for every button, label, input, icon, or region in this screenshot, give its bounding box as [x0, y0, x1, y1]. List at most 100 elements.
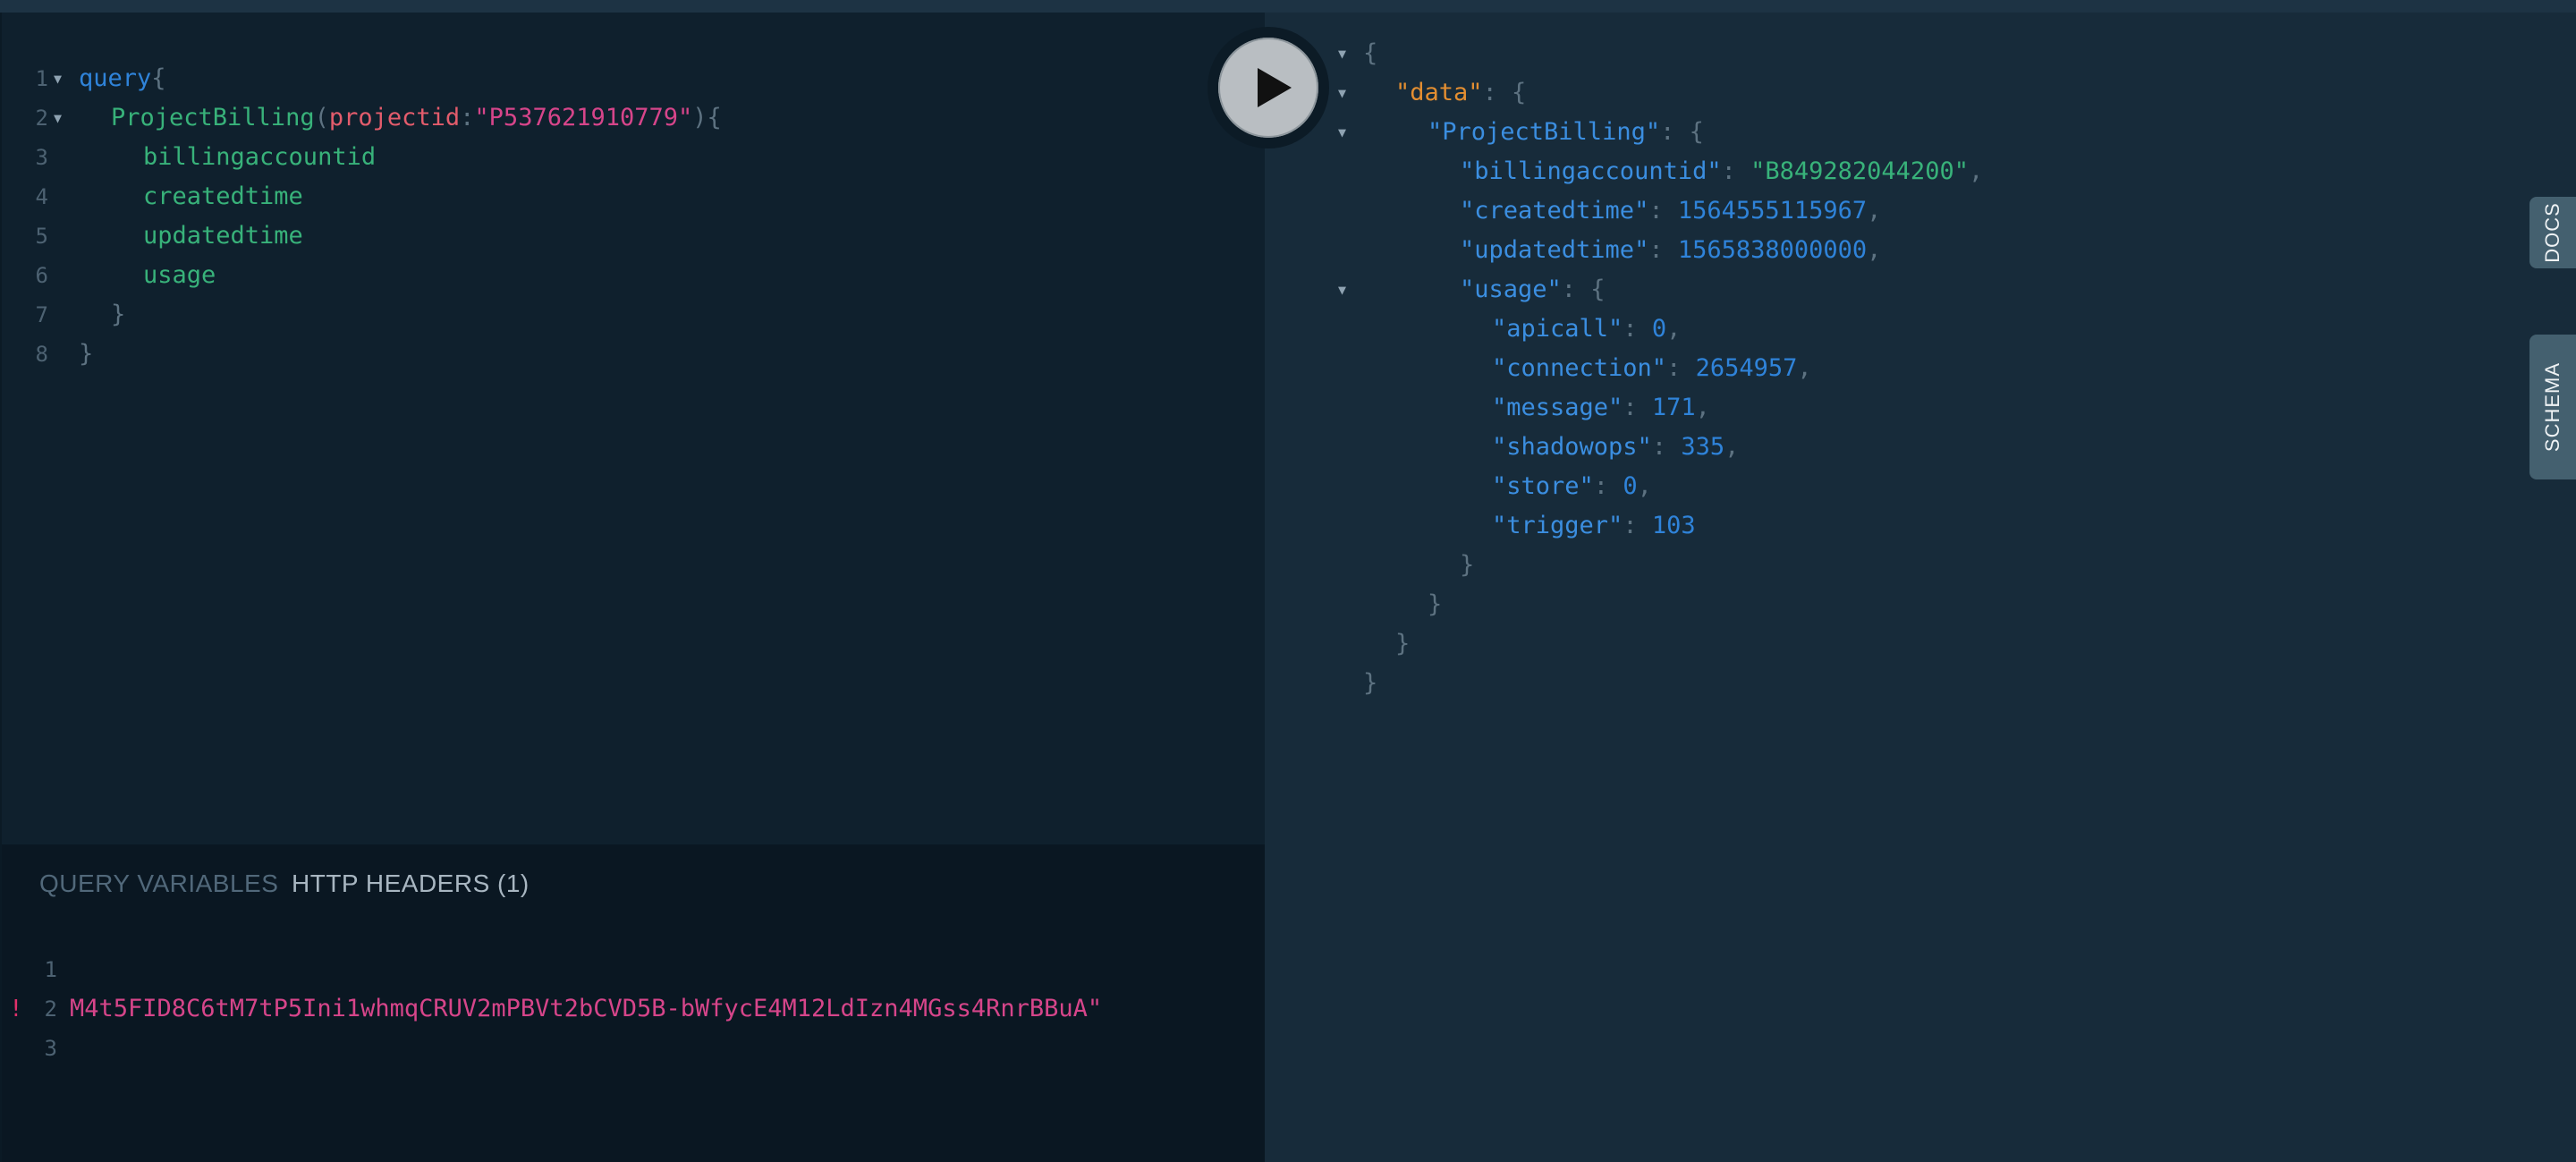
chevron-down-icon[interactable]: ▼	[54, 98, 62, 138]
code-token: }	[1395, 630, 1411, 657]
code-token: :	[1623, 315, 1652, 343]
code-token: : {	[1660, 118, 1704, 146]
chevron-down-icon[interactable]: ▼	[1338, 34, 1346, 73]
line-number: 5	[35, 224, 48, 249]
code-token: }	[1363, 669, 1378, 697]
result-viewer: ▼{▼ "data": {▼ "ProjectBilling": {"billing…	[1265, 13, 2576, 1162]
result-line: "connection": 2654957,	[1265, 349, 2517, 388]
headers-line[interactable]: ! 2 M4t5FID8C6tM7tP5Ini1whmqCRUV2mPBVt2bCV…	[2, 989, 1254, 1029]
chevron-down-icon[interactable]: ▼	[1338, 113, 1346, 152]
editor-line[interactable]: 2 ▼ ProjectBilling(projectid:"P53762191077…	[2, 98, 1254, 138]
code-token: "shadowops"	[1492, 433, 1652, 461]
code-token: "ProjectBilling"	[1428, 118, 1661, 146]
code-text: billingaccountid	[143, 138, 376, 177]
line-number: 6	[35, 263, 48, 288]
result-line: }	[1265, 664, 2517, 703]
chevron-down-icon[interactable]: ▼	[54, 59, 62, 98]
tab-query-variables[interactable]: QUERY VARIABLES	[39, 869, 278, 898]
code-token: "message"	[1492, 394, 1623, 421]
code-token: }	[1460, 551, 1475, 579]
variables-pane: QUERY VARIABLES HTTP HEADERS (1) 1 ! 2 M4t5…	[0, 844, 1265, 1162]
code-token: ,	[1724, 433, 1740, 461]
code-token: projectid	[328, 104, 461, 131]
code-token: 103	[1651, 512, 1696, 539]
docs-tab[interactable]: DOCS	[2529, 197, 2576, 268]
editor-line[interactable]: 3 billingaccountid	[2, 138, 1254, 177]
code-token: }	[1428, 590, 1443, 618]
query-editor[interactable]: 1 ▼ query{2 ▼ ProjectBilling(projectid:"P537…	[0, 13, 1265, 844]
code-text: }	[79, 335, 93, 374]
code-text: }	[111, 295, 125, 335]
code-token: ,	[1666, 315, 1682, 343]
editor-line[interactable]: 6 usage	[2, 256, 1254, 295]
top-bar	[0, 0, 2576, 13]
code-token: {	[151, 64, 166, 92]
editor-line[interactable]: 5 updatedtime	[2, 216, 1254, 256]
editor-line[interactable]: 8}	[2, 335, 1254, 374]
code-token: :	[1623, 512, 1652, 539]
code-token: "store"	[1492, 472, 1594, 500]
line-number: 2	[44, 997, 57, 1022]
result-text: }	[1428, 585, 1442, 624]
editor-line[interactable]: 7}	[2, 295, 1254, 335]
result-line: "message": 171,	[1265, 388, 2517, 428]
chevron-down-icon[interactable]: ▼	[1338, 270, 1346, 310]
code-token: : {	[1482, 79, 1527, 106]
editor-line[interactable]: 4 createdtime	[2, 177, 1254, 216]
code-token: :	[1593, 472, 1623, 500]
code-token: "updatedtime"	[1460, 236, 1649, 264]
result-text: "message": 171,	[1492, 388, 1710, 428]
result-text: "billingaccountid": "B849282044200",	[1460, 152, 1983, 191]
code-token: "trigger"	[1492, 512, 1623, 539]
code-token: :	[1666, 354, 1696, 382]
tab-http-headers[interactable]: HTTP HEADERS (1)	[292, 869, 530, 898]
code-token: ProjectBilling	[111, 104, 315, 131]
code-token: 1565838000000	[1677, 236, 1868, 264]
editor-line[interactable]: 1 ▼ query{	[2, 59, 1254, 98]
code-token: "apicall"	[1492, 315, 1623, 343]
code-token: ,	[1637, 472, 1652, 500]
result-text: }	[1363, 664, 1377, 703]
result-text: "updatedtime": 1565838000000,	[1460, 231, 1881, 270]
schema-tab[interactable]: SCHEMA	[2529, 335, 2576, 479]
code-token: (	[314, 104, 329, 131]
headers-line[interactable]: 3	[2, 1029, 1254, 1068]
line-number: 8	[35, 342, 48, 367]
code-token: 0	[1623, 472, 1638, 500]
result-text: "connection": 2654957,	[1492, 349, 1812, 388]
result-line: }	[1265, 624, 2517, 664]
line-number: 7	[35, 302, 48, 327]
line-number: 3	[44, 1036, 57, 1061]
code-token: ,	[1797, 354, 1812, 382]
result-text: "createdtime": 1564555115967,	[1460, 191, 1881, 231]
docs-tab-label: DOCS	[2541, 202, 2563, 263]
result-line: "createdtime": 1564555115967,	[1265, 191, 2517, 231]
chevron-down-icon[interactable]: ▼	[1338, 73, 1346, 113]
result-line: ▼ "usage": {	[1265, 270, 2517, 310]
result-line: }	[1265, 585, 2517, 624]
line-number: 1	[35, 66, 48, 91]
code-token: "billingaccountid"	[1460, 157, 1722, 185]
code-text: query{	[79, 59, 166, 98]
code-text: createdtime	[143, 177, 303, 216]
code-token: ,	[1867, 197, 1882, 225]
result-line: "store": 0,	[1265, 467, 2517, 506]
code-token: ,	[1695, 394, 1710, 421]
code-token: 335	[1681, 433, 1725, 461]
line-number: 1	[44, 957, 57, 982]
result-text: {	[1363, 34, 1377, 73]
headers-line[interactable]: 1	[2, 950, 1254, 989]
code-token: :	[1648, 197, 1678, 225]
result-text: "trigger": 103	[1492, 506, 1696, 546]
code-token: 1564555115967	[1677, 197, 1868, 225]
code-token: "createdtime"	[1460, 197, 1649, 225]
code-token: }	[79, 340, 94, 368]
code-token: ,	[1867, 236, 1882, 264]
code-token: "data"	[1395, 79, 1483, 106]
code-token: query	[79, 64, 152, 92]
result-line: ▼ "ProjectBilling": {	[1265, 113, 2517, 152]
schema-tab-label: SCHEMA	[2541, 361, 2563, 453]
result-line: ▼ "data": {	[1265, 73, 2517, 113]
result-line: "updatedtime": 1565838000000,	[1265, 231, 2517, 270]
code-text: ProjectBilling(projectid:"P537621910779"…	[111, 98, 722, 138]
